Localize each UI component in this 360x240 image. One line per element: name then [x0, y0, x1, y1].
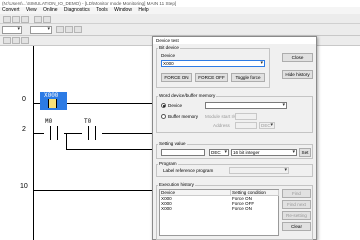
bit-device-input[interactable]: X000: [161, 60, 265, 67]
group-label: Setting value: [158, 141, 187, 146]
contact-m0[interactable]: [44, 126, 64, 140]
rung-number: 10: [20, 183, 28, 190]
toolbar-project: [0, 24, 360, 36]
word-device-input[interactable]: [205, 102, 287, 109]
label-ref-select: [229, 167, 289, 174]
cut-icon[interactable]: [34, 16, 42, 23]
setting-value-input[interactable]: [161, 149, 205, 156]
address-format-select: DEC: [259, 122, 275, 129]
copy-icon[interactable]: [43, 16, 51, 23]
close-button[interactable]: Close: [282, 53, 313, 62]
output-coil-icon[interactable]: [21, 37, 29, 44]
coil-icon[interactable]: [74, 26, 82, 33]
set-button[interactable]: Set: [299, 148, 311, 157]
menu-diagnostics[interactable]: Diagnostics: [64, 7, 90, 13]
contact-device-label: M0: [45, 118, 53, 125]
find-button[interactable]: Find: [282, 189, 311, 198]
module-start-label: Module start I/O: [205, 114, 238, 119]
menu-view[interactable]: View: [26, 7, 37, 13]
dialog-title: Device test: [153, 37, 316, 44]
group-label: Execution history: [158, 182, 195, 187]
rung-wire: [33, 133, 44, 134]
toggle-force-button[interactable]: Toggle force: [231, 73, 265, 82]
contact-icon[interactable]: [65, 26, 73, 33]
history-row-device[interactable]: X000: [160, 206, 172, 211]
find-next-button[interactable]: Find next: [282, 200, 311, 209]
clear-button[interactable]: Clear: [282, 222, 311, 231]
menu-window[interactable]: Window: [114, 7, 132, 13]
new-icon[interactable]: [3, 16, 11, 23]
group-label: Program: [158, 161, 178, 166]
device-radio[interactable]: [161, 103, 166, 108]
rung-wire: [102, 133, 152, 134]
left-power-rail: [33, 46, 34, 240]
setting-format-select[interactable]: DEC: [209, 149, 229, 156]
ladder-icon[interactable]: [56, 26, 64, 33]
closed-contact-icon[interactable]: [12, 37, 20, 44]
buffer-memory-radio[interactable]: [161, 114, 166, 119]
open-contact-icon[interactable]: [3, 37, 11, 44]
force-off-button[interactable]: FORCE OFF: [195, 73, 228, 82]
toolbar-standard: [0, 14, 360, 24]
address-input: [235, 122, 257, 129]
history-table[interactable]: Device Setting condition X000 Force ON X…: [159, 189, 279, 236]
contact-t0[interactable]: [82, 126, 102, 140]
contact-device-label: X000: [44, 92, 59, 99]
open-icon[interactable]: [12, 16, 20, 23]
branch-wire: [66, 149, 152, 150]
data-type-select[interactable]: 16 bit integer: [231, 149, 297, 156]
re-setting-button[interactable]: Re-setting: [282, 211, 311, 220]
menu-help[interactable]: Help: [138, 7, 148, 13]
label-ref-label: Label reference program: [163, 168, 214, 173]
buffer-memory-label: Buffer memory: [168, 114, 199, 119]
menu-tools[interactable]: Tools: [96, 7, 108, 13]
device-radio-label: Device: [168, 103, 183, 108]
device-label: Device: [161, 53, 176, 58]
rung-wire: [33, 190, 152, 191]
history-row-condition[interactable]: Force ON: [231, 206, 252, 211]
group-label: Word device/buffer memory: [158, 93, 217, 98]
save-icon[interactable]: [21, 16, 29, 23]
branch-wire: [66, 133, 67, 149]
group-label: Bit device: [158, 45, 180, 50]
contact-x000[interactable]: [48, 99, 57, 108]
menu-online[interactable]: Online: [43, 7, 57, 13]
rung-wire: [33, 103, 40, 104]
rung-wire: [67, 103, 152, 104]
program-combo[interactable]: [30, 26, 52, 34]
module-start-input: [235, 113, 257, 120]
force-on-button[interactable]: FORCE ON: [161, 73, 192, 82]
address-label: Address: [213, 123, 230, 128]
device-test-dialog: Device test Bit device Device X000 FORCE…: [152, 36, 317, 240]
app-title-bar: (N:\Users\...\SIMULATION_IO_DEMO) - [LD\…: [0, 0, 360, 7]
contact-device-label: T0: [84, 118, 92, 125]
rung-number: 2: [22, 126, 26, 133]
hide-history-button[interactable]: Hide history: [282, 70, 313, 79]
menu-convert[interactable]: Convert: [2, 7, 20, 13]
menu-bar: Convert View Online Diagnostics Tools Wi…: [0, 7, 360, 14]
project-combo[interactable]: [2, 26, 22, 34]
rung-number: 0: [22, 96, 26, 103]
